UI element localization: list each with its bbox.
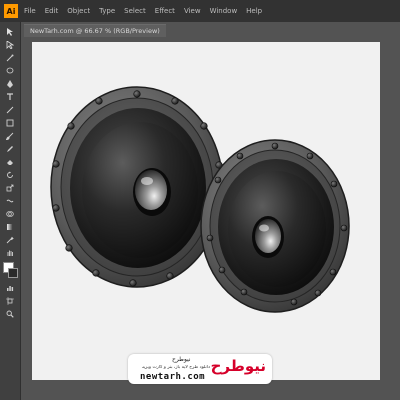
speaker-small[interactable]	[200, 139, 350, 313]
watermark-domain: newtarh.com	[140, 372, 206, 382]
watermark-tagline: دانلود طرح لایه باز، بنر و کارت ویزیت	[142, 365, 210, 370]
speaker-large[interactable]	[50, 86, 224, 288]
watermark-brand: نیوطرح	[210, 357, 267, 375]
speaker-artwork[interactable]	[0, 0, 400, 400]
watermark-badge: نیوطرح نیوطرح دانلود طرح لایه باز، بنر و…	[128, 354, 272, 384]
watermark-small-title: نیوطرح	[172, 356, 191, 363]
